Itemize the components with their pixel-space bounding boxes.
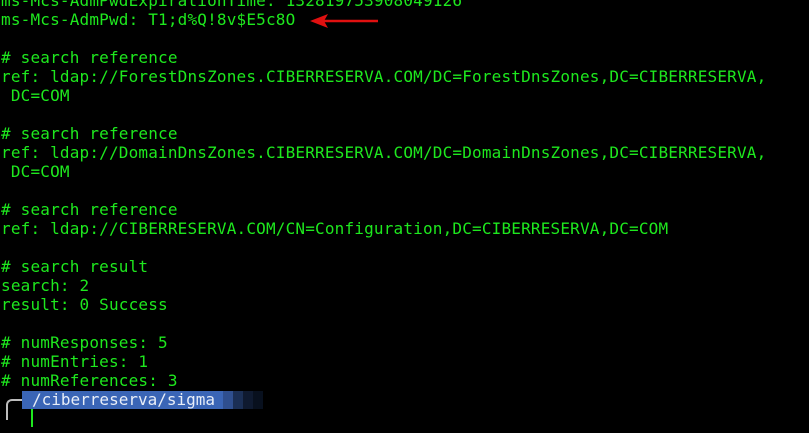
prompt-segment (233, 391, 244, 409)
terminal-line: # numEntries: 1 (1, 352, 149, 371)
red-arrow-icon (310, 14, 378, 28)
prompt-segment (253, 391, 264, 409)
terminal-line: DC=COM (1, 162, 70, 181)
prompt-path-bar: /ciberreserva/sigma (22, 391, 264, 409)
terminal-line: # search reference (1, 200, 178, 219)
terminal-line: result: 0 Success (1, 295, 168, 314)
terminal-line: ref: ldap://DomainDnsZones.CIBERRESERVA.… (1, 143, 767, 162)
terminal-line: # search result (1, 257, 149, 276)
prompt-segment (243, 391, 254, 409)
terminal-line: ref: ldap://ForestDnsZones.CIBERRESERVA.… (1, 67, 767, 86)
terminal-line: ms-Mcs-AdmPwdExpirationTime: 13281975390… (1, 0, 463, 10)
terminal-window[interactable]: ms-Mcs-AdmPwdExpirationTime: 13281975390… (0, 0, 809, 433)
terminal-line: # numReferences: 3 (1, 371, 178, 390)
terminal-line-admpwd: ms-Mcs-AdmPwd: T1;d%Q!8v$E5c8O (1, 10, 296, 29)
terminal-line: # search reference (1, 124, 178, 143)
terminal-line: ref: ldap://CIBERRESERVA.COM/CN=Configur… (1, 219, 669, 238)
prompt-segment (223, 391, 234, 409)
terminal-line: DC=COM (1, 86, 70, 105)
terminal-line: # numResponses: 5 (1, 333, 168, 352)
terminal-line: # search reference (1, 48, 178, 67)
terminal-line: search: 2 (1, 276, 90, 295)
prompt-path: /ciberreserva/sigma (22, 391, 224, 409)
terminal-cursor[interactable] (31, 409, 33, 427)
